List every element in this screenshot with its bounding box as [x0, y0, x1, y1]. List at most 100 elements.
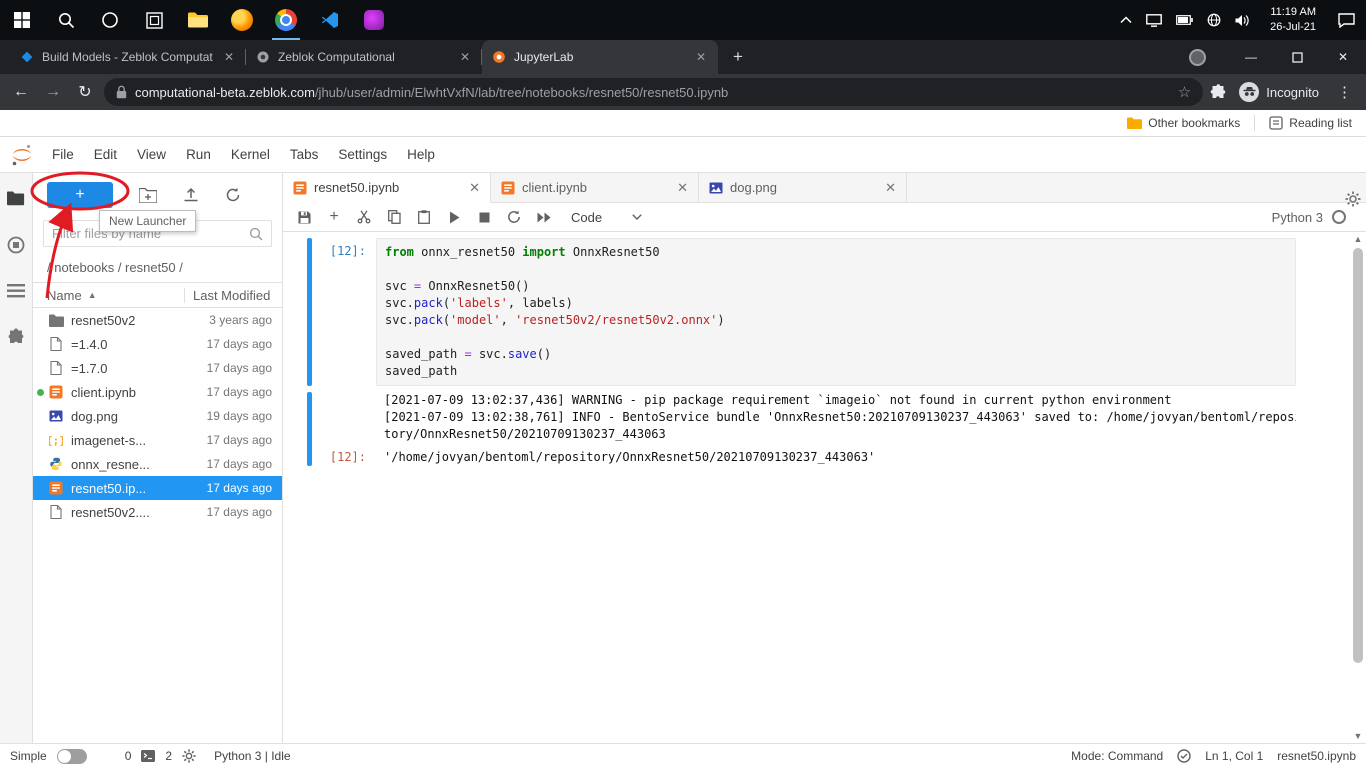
save-button[interactable]: [291, 205, 317, 229]
run-cell-button[interactable]: [441, 205, 467, 229]
menu-tabs[interactable]: Tabs: [280, 147, 329, 162]
other-bookmarks-button[interactable]: Other bookmarks: [1127, 116, 1240, 130]
battery-icon[interactable]: [1176, 15, 1193, 25]
new-launcher-button[interactable]: +: [47, 182, 113, 208]
kernel-sessions-icon[interactable]: [182, 749, 196, 763]
file-row[interactable]: resnet50v2....17 days ago: [33, 500, 282, 524]
restart-run-all-button[interactable]: [531, 205, 557, 229]
code-cell-input[interactable]: [12]: from onnx_resnet50 import OnnxResn…: [307, 238, 1296, 386]
extensions-puzzle-icon[interactable]: [1209, 83, 1227, 101]
file-row[interactable]: onnx_resne...17 days ago: [33, 452, 282, 476]
close-window-button[interactable]: ✕: [1320, 40, 1366, 74]
image-icon: [48, 410, 64, 422]
file-row[interactable]: resnet50.ip...17 days ago: [33, 476, 282, 500]
menu-settings[interactable]: Settings: [328, 147, 397, 162]
task-view-button[interactable]: [132, 0, 176, 40]
close-tab-icon[interactable]: ✕: [694, 50, 708, 64]
scrollbar-thumb[interactable]: [1353, 248, 1363, 663]
terminal-icon[interactable]: [141, 750, 155, 762]
file-row[interactable]: client.ipynb17 days ago: [33, 380, 282, 404]
file-row[interactable]: =1.4.017 days ago: [33, 332, 282, 356]
network-icon[interactable]: [1207, 13, 1221, 27]
simple-mode-toggle[interactable]: [57, 749, 87, 764]
reading-list-button[interactable]: Reading list: [1269, 116, 1352, 130]
menu-kernel[interactable]: Kernel: [221, 147, 280, 162]
upload-icon[interactable]: [183, 187, 199, 203]
paste-cells-button[interactable]: [411, 205, 437, 229]
close-tab-icon[interactable]: ✕: [469, 180, 480, 196]
close-tab-icon[interactable]: ✕: [885, 180, 896, 196]
new-folder-icon[interactable]: [139, 188, 157, 203]
menu-view[interactable]: View: [127, 147, 176, 162]
cut-cells-button[interactable]: [351, 205, 377, 229]
menu-file[interactable]: File: [42, 147, 84, 162]
command-palette-tab-icon[interactable]: [7, 284, 25, 298]
scroll-down-icon[interactable]: ▼: [1350, 729, 1366, 743]
file-name: dog.png: [71, 409, 190, 424]
cortana-button[interactable]: [88, 0, 132, 40]
output-prompt: [312, 392, 376, 443]
new-tab-button[interactable]: +: [724, 43, 752, 71]
file-explorer-button[interactable]: [176, 0, 220, 40]
vscode-button[interactable]: [308, 0, 352, 40]
start-button[interactable]: [0, 0, 44, 40]
extensions-tab-icon[interactable]: [7, 328, 25, 346]
document-tab[interactable]: resnet50.ipynb✕: [283, 173, 491, 203]
kernel-indicator[interactable]: Python 3: [1272, 210, 1358, 225]
paint3d-button[interactable]: [352, 0, 396, 40]
close-tab-icon[interactable]: ✕: [677, 180, 688, 196]
tab-search-icon[interactable]: [1189, 49, 1206, 66]
kernel-status-text[interactable]: Python 3 | Idle: [214, 749, 291, 763]
taskbar-clock[interactable]: 11:19 AM 26-Jul-21: [1260, 5, 1326, 35]
action-center-button[interactable]: [1326, 13, 1366, 28]
close-tab-icon[interactable]: ✕: [222, 50, 236, 64]
vscode-icon: [321, 11, 339, 29]
reload-button[interactable]: ↻: [72, 82, 98, 102]
forward-button[interactable]: →: [40, 83, 66, 101]
menu-help[interactable]: Help: [397, 147, 445, 162]
display-icon[interactable]: [1146, 14, 1162, 27]
back-button[interactable]: ←: [8, 83, 34, 101]
scroll-up-icon[interactable]: ▲: [1350, 232, 1366, 246]
file-icon: [48, 337, 64, 351]
name-column-header[interactable]: Name▲: [33, 288, 184, 303]
code-editor[interactable]: from onnx_resnet50 import OnnxResnet50 s…: [376, 238, 1296, 386]
chrome-button[interactable]: [264, 0, 308, 40]
show-hidden-icons-chevron[interactable]: [1120, 16, 1132, 24]
minimize-button[interactable]: —: [1228, 40, 1274, 74]
file-browser-tab-icon[interactable]: [7, 191, 25, 206]
gear-icon[interactable]: [1345, 191, 1361, 207]
cell-type-dropdown[interactable]: Code: [561, 210, 652, 225]
file-row[interactable]: dog.png19 days ago: [33, 404, 282, 428]
running-kernels-tab-icon[interactable]: [7, 236, 25, 254]
notebook-area[interactable]: [12]: from onnx_resnet50 import OnnxResn…: [283, 232, 1366, 743]
browser-tab[interactable]: Zeblok Computational✕: [246, 40, 482, 74]
file-icon: [48, 361, 64, 375]
modified-column-header[interactable]: Last Modified: [184, 288, 282, 303]
chrome-menu-icon[interactable]: ⋮: [1331, 83, 1358, 101]
copy-cells-button[interactable]: [381, 205, 407, 229]
close-tab-icon[interactable]: ✕: [458, 50, 472, 64]
browser-tab[interactable]: JupyterLab✕: [482, 40, 718, 74]
maximize-button[interactable]: [1274, 40, 1320, 74]
firefox-button[interactable]: [220, 0, 264, 40]
menu-edit[interactable]: Edit: [84, 147, 127, 162]
address-bar[interactable]: computational-beta.zeblok.com/jhub/user/…: [104, 78, 1203, 106]
insert-cell-button[interactable]: +: [321, 205, 347, 229]
notebook-scrollbar[interactable]: ▲ ▼: [1350, 232, 1366, 743]
restart-kernel-button[interactable]: [501, 205, 527, 229]
document-tab[interactable]: dog.png✕: [699, 173, 907, 202]
file-row[interactable]: {;}imagenet-s...17 days ago: [33, 428, 282, 452]
taskbar-search-button[interactable]: [44, 0, 88, 40]
cursor-position[interactable]: Ln 1, Col 1: [1205, 749, 1263, 763]
document-tab[interactable]: client.ipynb✕: [491, 173, 699, 202]
interrupt-kernel-button[interactable]: [471, 205, 497, 229]
breadcrumb[interactable]: / notebooks / resnet50 /: [33, 251, 282, 282]
bookmark-star-icon[interactable]: ☆: [1178, 83, 1191, 101]
browser-tab[interactable]: Build Models - Zeblok Computat✕: [10, 40, 246, 74]
volume-icon[interactable]: [1235, 14, 1250, 27]
file-row[interactable]: =1.7.017 days ago: [33, 356, 282, 380]
menu-run[interactable]: Run: [176, 147, 221, 162]
file-row[interactable]: resnet50v23 years ago: [33, 308, 282, 332]
refresh-icon[interactable]: [225, 187, 241, 203]
